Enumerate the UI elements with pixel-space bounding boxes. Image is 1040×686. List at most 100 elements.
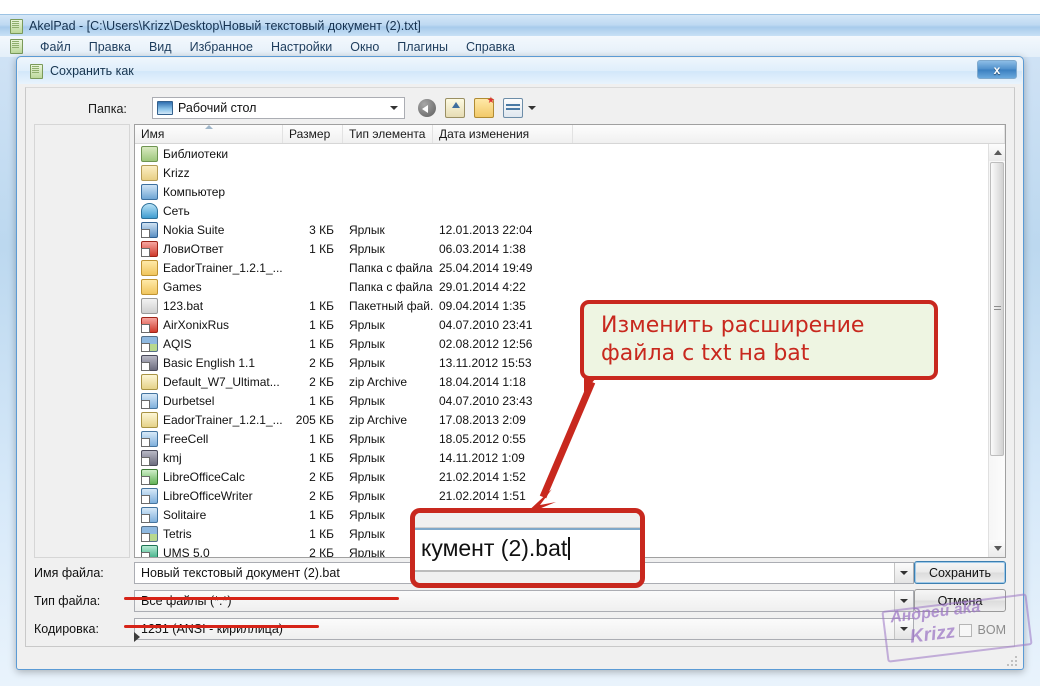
file-date-cell: 06.03.2014 1:38 — [439, 241, 526, 256]
file-name-cell: Durbetsel — [135, 392, 283, 409]
menu-item-help[interactable]: Справка — [457, 40, 524, 54]
blue-app-shortcut-icon — [141, 392, 158, 409]
file-type-cell: Пакетный фай... — [349, 298, 433, 313]
file-name-cell: Krizz — [135, 164, 283, 181]
menu-item-favorites[interactable]: Избранное — [181, 40, 262, 54]
cancel-button[interactable]: Отмена — [914, 589, 1006, 612]
table-row[interactable]: EadorTrainer_1.2.1_... 205 КБ zip Archive 1… — [135, 410, 1005, 429]
file-list-scrollbar[interactable] — [988, 144, 1005, 557]
chevron-down-icon[interactable] — [528, 106, 536, 110]
chevron-down-icon[interactable] — [385, 99, 403, 117]
menu-item-settings[interactable]: Настройки — [262, 40, 341, 54]
table-row[interactable]: kmj 1 КБ Ярлык 14.11.2012 1:09 — [135, 448, 1005, 467]
file-type-cell: Ярлык — [349, 317, 385, 332]
file-date-cell: 18.05.2012 0:55 — [439, 431, 526, 446]
places-bar[interactable] — [34, 124, 130, 558]
zip-archive-icon — [141, 411, 158, 428]
callout-tail — [584, 378, 596, 392]
column-header-type[interactable]: Тип элемента — [343, 125, 433, 143]
callout-line-1: Изменить расширение — [601, 313, 865, 338]
table-row[interactable]: ЛовиОтвет 1 КБ Ярлык 06.03.2014 1:38 — [135, 239, 1005, 258]
inset-field-border — [415, 528, 640, 530]
file-size-cell: 2 КБ — [309, 355, 334, 370]
file-name-cell: Games — [135, 278, 283, 295]
file-size-cell: 2 КБ — [309, 488, 334, 503]
scroll-down-icon[interactable] — [989, 540, 1005, 557]
user-folder-icon — [141, 164, 158, 181]
callout-line-2: файла с txt на bat — [601, 341, 810, 366]
table-row[interactable]: Библиотеки — [135, 144, 1005, 163]
file-date-cell: 29.01.2014 4:22 — [439, 279, 526, 294]
file-type-cell: Ярлык — [349, 488, 385, 503]
bom-label: BOM — [977, 623, 1006, 637]
file-date-cell: 12.01.2013 22:04 — [439, 222, 533, 237]
red-app-shortcut-icon — [141, 316, 158, 333]
back-icon[interactable] — [418, 99, 436, 117]
look-in-label: Папка: — [88, 102, 127, 116]
table-row[interactable]: Krizz — [135, 163, 1005, 182]
scroll-up-icon[interactable] — [989, 144, 1005, 161]
filetype-select[interactable]: Все файлы (*.*) — [134, 590, 914, 612]
encoding-select[interactable]: 1251 (ANSI - кириллица) — [134, 618, 914, 640]
chevron-down-icon[interactable] — [894, 591, 913, 611]
encoding-label: Кодировка: — [34, 622, 99, 636]
file-size-cell: 2 КБ — [309, 545, 334, 558]
chevron-down-icon[interactable] — [894, 619, 913, 639]
file-type-cell: Папка с файла... — [349, 279, 433, 294]
save-button[interactable]: Сохранить — [914, 561, 1006, 584]
sort-ascending-icon — [204, 125, 213, 129]
filename-value: Новый текстовый документ (2).bat — [141, 566, 340, 580]
view-mode-icon[interactable] — [503, 98, 523, 118]
new-folder-icon[interactable] — [474, 95, 495, 118]
file-date-cell: 17.08.2013 2:09 — [439, 412, 526, 427]
table-row[interactable]: Games Папка с файла... 29.01.2014 4:22 — [135, 277, 1005, 296]
column-header-name[interactable]: Имя — [135, 125, 283, 143]
akelpad-menubar[interactable]: Файл Правка Вид Избранное Настройки Окно… — [0, 36, 1040, 58]
menu-item-file[interactable]: Файл — [31, 40, 80, 54]
column-header-date[interactable]: Дата изменения — [433, 125, 573, 143]
monitor-icon — [157, 101, 173, 115]
table-row[interactable]: LibreOfficeWriter 2 КБ Ярлык 21.02.2014 1:5… — [135, 486, 1005, 505]
scrollbar-thumb[interactable] — [990, 162, 1004, 456]
chevron-down-icon[interactable] — [894, 563, 913, 583]
expand-icon[interactable] — [134, 632, 140, 642]
file-name-cell: Basic English 1.1 — [135, 354, 283, 371]
table-row[interactable]: Компьютер — [135, 182, 1005, 201]
file-size-cell: 1 КБ — [309, 241, 334, 256]
filename-label: Имя файла: — [34, 566, 104, 580]
file-size-cell: 1 КБ — [309, 450, 334, 465]
inset-filename-text: кумент (2).bat — [421, 535, 571, 562]
bom-checkbox[interactable]: BOM — [958, 623, 1006, 637]
inset-top-strip — [415, 513, 640, 528]
file-type-cell: Ярлык — [349, 336, 385, 351]
file-type-cell: zip Archive — [349, 374, 408, 389]
menu-item-edit[interactable]: Правка — [80, 40, 140, 54]
column-header-size[interactable]: Размер — [283, 125, 343, 143]
notepad-icon — [10, 39, 23, 54]
file-type-cell: Ярлык — [349, 355, 385, 370]
table-row[interactable]: Nokia Suite 3 КБ Ярлык 12.01.2013 22:04 — [135, 220, 1005, 239]
file-type-cell: Ярлык — [349, 241, 385, 256]
blue-app-shortcut-icon — [141, 430, 158, 447]
resize-grip[interactable] — [1007, 654, 1019, 666]
file-name-cell: UMS 5.0 — [135, 544, 283, 557]
nokia-shortcut-icon — [141, 221, 158, 238]
menu-item-plugins[interactable]: Плагины — [388, 40, 457, 54]
up-folder-icon[interactable] — [445, 98, 465, 118]
menu-item-window[interactable]: Окно — [341, 40, 388, 54]
file-date-cell: 14.11.2012 1:09 — [439, 450, 525, 465]
menu-item-view[interactable]: Вид — [140, 40, 181, 54]
table-row[interactable]: EadorTrainer_1.2.1_... Папка с файла... 25… — [135, 258, 1005, 277]
file-size-cell: 1 КБ — [309, 526, 334, 541]
dialog-title: Сохранить как — [50, 64, 134, 78]
look-in-combo[interactable]: Рабочий стол — [152, 97, 405, 119]
table-row[interactable]: Сеть — [135, 201, 1005, 220]
close-icon[interactable]: x — [977, 60, 1017, 79]
file-name-cell: Компьютер — [135, 183, 283, 200]
table-row[interactable]: LibreOfficeCalc 2 КБ Ярлык 21.02.2014 1:52 — [135, 467, 1005, 486]
table-row[interactable]: Durbetsel 1 КБ Ярлык 04.07.2010 23:43 — [135, 391, 1005, 410]
table-row[interactable]: FreeCell 1 КБ Ярлык 18.05.2012 0:55 — [135, 429, 1005, 448]
blue-app-shortcut-icon — [141, 487, 158, 504]
checkbox-icon[interactable] — [958, 623, 972, 637]
blue-app-shortcut-icon — [141, 506, 158, 523]
